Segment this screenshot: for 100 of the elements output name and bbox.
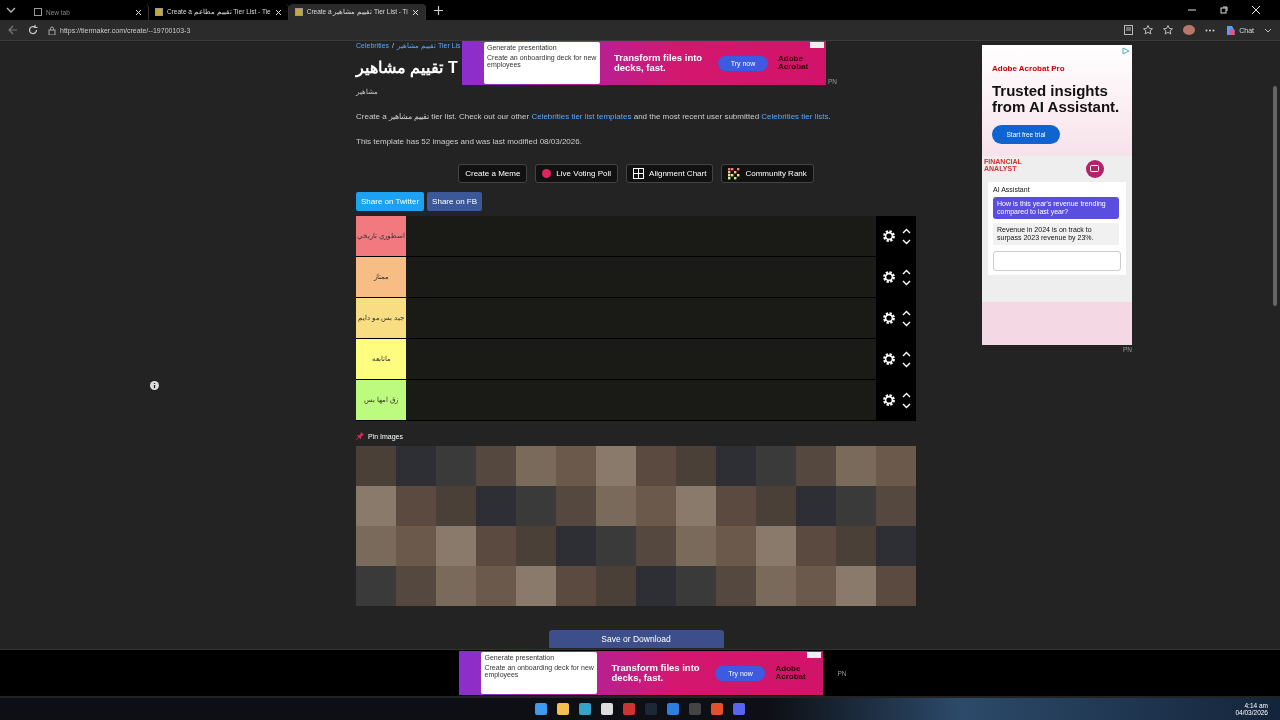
save-button[interactable]: Save or Download (548, 630, 724, 648)
advertisement-panel[interactable] (982, 45, 1132, 345)
action-button[interactable]: Community Rank (721, 164, 814, 183)
close-icon (411, 8, 419, 16)
back-icon (8, 25, 18, 35)
photo-placeholder[interactable] (716, 526, 756, 566)
message-field[interactable] (993, 250, 1121, 271)
photo-placeholder[interactable] (836, 486, 876, 526)
photo-placeholder[interactable] (756, 526, 796, 566)
photo-placeholder[interactable] (596, 446, 636, 486)
photo-placeholder[interactable] (556, 526, 596, 566)
photo-placeholder[interactable] (396, 566, 436, 606)
favorites-icon (1163, 25, 1174, 35)
chevron-up-icon (901, 268, 911, 275)
chevron-up-icon (901, 350, 911, 357)
chevron-down-icon (901, 361, 911, 368)
photo-placeholder[interactable] (476, 566, 516, 606)
photo-placeholder[interactable] (876, 526, 916, 566)
chevron-down-icon (901, 238, 911, 245)
photo-placeholder[interactable] (716, 446, 756, 486)
photo-placeholder[interactable] (596, 486, 636, 526)
share-button[interactable]: Share on FB (427, 192, 483, 211)
action-button[interactable]: Create a Meme (458, 164, 528, 183)
photo-placeholder[interactable] (676, 446, 716, 486)
photo-placeholder[interactable] (516, 446, 556, 486)
photo-placeholder[interactable] (356, 486, 396, 526)
scrollbar-thumb[interactable] (1273, 86, 1277, 306)
pin-icon (356, 432, 364, 440)
photo-placeholder[interactable] (556, 446, 596, 486)
photo-placeholder[interactable] (516, 566, 556, 606)
settings-icon (881, 229, 896, 243)
photo-placeholder[interactable] (436, 446, 476, 486)
photo-placeholder[interactable] (636, 446, 676, 486)
photo-placeholder[interactable] (436, 486, 476, 526)
ad-headline: Transform files into decks, fast. (611, 662, 701, 684)
photo-placeholder[interactable] (596, 566, 636, 606)
photo-placeholder[interactable] (836, 526, 876, 566)
photo-placeholder[interactable] (676, 486, 716, 526)
photo-placeholder[interactable] (676, 566, 716, 606)
photo-placeholder[interactable] (356, 526, 396, 566)
app-icon (667, 703, 679, 715)
action-button[interactable]: Live Voting Poll (535, 164, 619, 183)
photo-placeholder[interactable] (756, 446, 796, 486)
photo-placeholder[interactable] (836, 446, 876, 486)
action-button[interactable]: Alignment Chart (626, 164, 714, 183)
info-icon (150, 381, 159, 390)
photo-placeholder[interactable] (396, 486, 436, 526)
photo-placeholder[interactable] (796, 446, 836, 486)
reader-icon (1124, 25, 1134, 35)
photo-placeholder[interactable] (396, 526, 436, 566)
photo-placeholder[interactable] (836, 566, 876, 606)
chevron-up-icon (901, 391, 911, 398)
ad-headline: Transform files into decks, fast. (614, 52, 704, 74)
photo-placeholder[interactable] (476, 486, 516, 526)
lock-icon (48, 25, 56, 35)
ad-brand: Adobe Acrobat (775, 665, 807, 681)
photo-placeholder[interactable] (876, 486, 916, 526)
photo-placeholder[interactable] (796, 486, 836, 526)
chevron-down-icon (901, 402, 911, 409)
new-tab-icon (433, 5, 443, 15)
photo-placeholder[interactable] (596, 526, 636, 566)
color-grid-icon (728, 167, 741, 180)
templates-link[interactable]: Celebrities tier list templates (531, 112, 632, 121)
photo-placeholder[interactable] (636, 526, 676, 566)
chat-bubble-icon (1086, 159, 1104, 178)
photo-placeholder[interactable] (636, 566, 676, 606)
profile-icon (1183, 25, 1196, 35)
settings-icon (881, 393, 896, 407)
ad-brand: Adobe Acrobat Pro (992, 64, 1066, 73)
chevron-down-icon (901, 320, 911, 327)
photo-placeholder[interactable] (556, 486, 596, 526)
photo-placeholder[interactable] (436, 526, 476, 566)
photo-placeholder[interactable] (876, 446, 916, 486)
photo-placeholder[interactable] (476, 526, 516, 566)
photo-placeholder[interactable] (796, 526, 836, 566)
photo-placeholder[interactable] (716, 486, 756, 526)
ad-headline: Trusted insights from AI Assistant. (992, 83, 1121, 115)
photo-placeholder[interactable] (876, 566, 916, 606)
photo-placeholder[interactable] (476, 446, 516, 486)
photo-placeholder[interactable] (756, 486, 796, 526)
photo-placeholder[interactable] (356, 446, 396, 486)
photo-placeholder[interactable] (556, 566, 596, 606)
photo-placeholder[interactable] (716, 566, 756, 606)
photo-placeholder[interactable] (756, 566, 796, 606)
photo-placeholder[interactable] (436, 566, 476, 606)
photo-placeholder[interactable] (396, 446, 436, 486)
more-icon (1205, 28, 1216, 32)
photo-placeholder[interactable] (676, 526, 716, 566)
photo-placeholder[interactable] (516, 526, 556, 566)
photo-placeholder[interactable] (636, 486, 676, 526)
photo-placeholder[interactable] (516, 486, 556, 526)
settings-icon (881, 311, 896, 325)
photo-placeholder[interactable] (796, 566, 836, 606)
reload-icon (28, 25, 38, 35)
settings-icon (881, 352, 896, 366)
app-icon (623, 703, 635, 715)
star-icon (1143, 25, 1154, 35)
photo-placeholder[interactable] (356, 566, 396, 606)
chevron-up-icon (901, 227, 911, 234)
tab-menu-icon (6, 6, 16, 14)
